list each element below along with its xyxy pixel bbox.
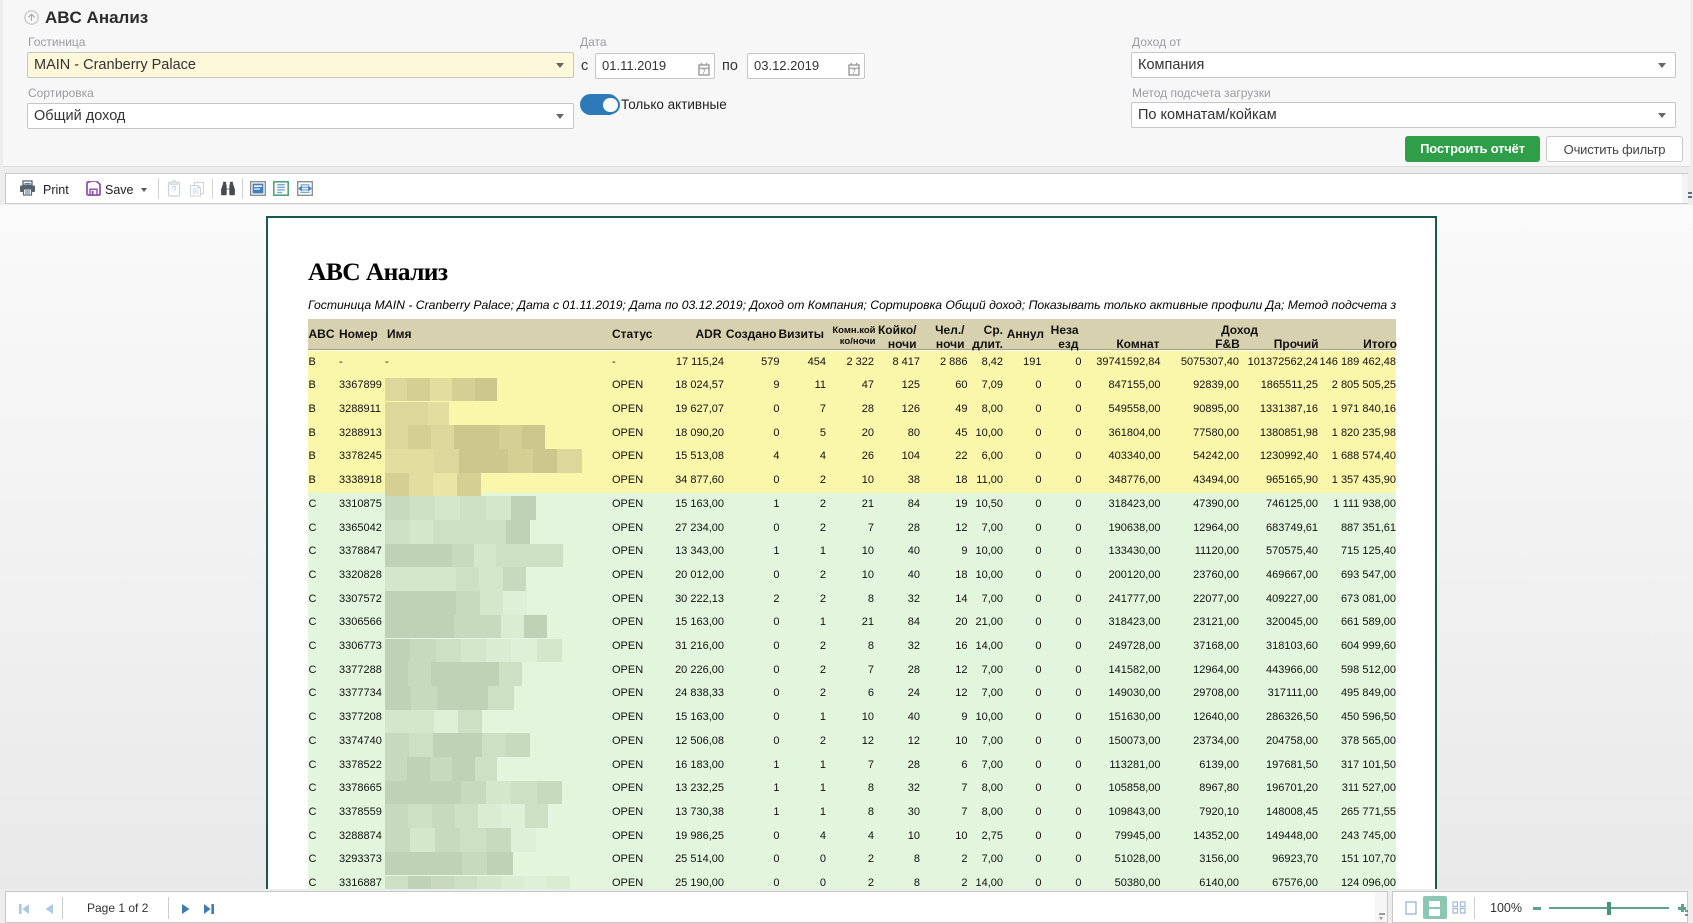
svg-text:?: ? [171, 185, 176, 195]
svg-text:7: 7 [702, 69, 706, 76]
svg-text:7: 7 [852, 69, 856, 76]
